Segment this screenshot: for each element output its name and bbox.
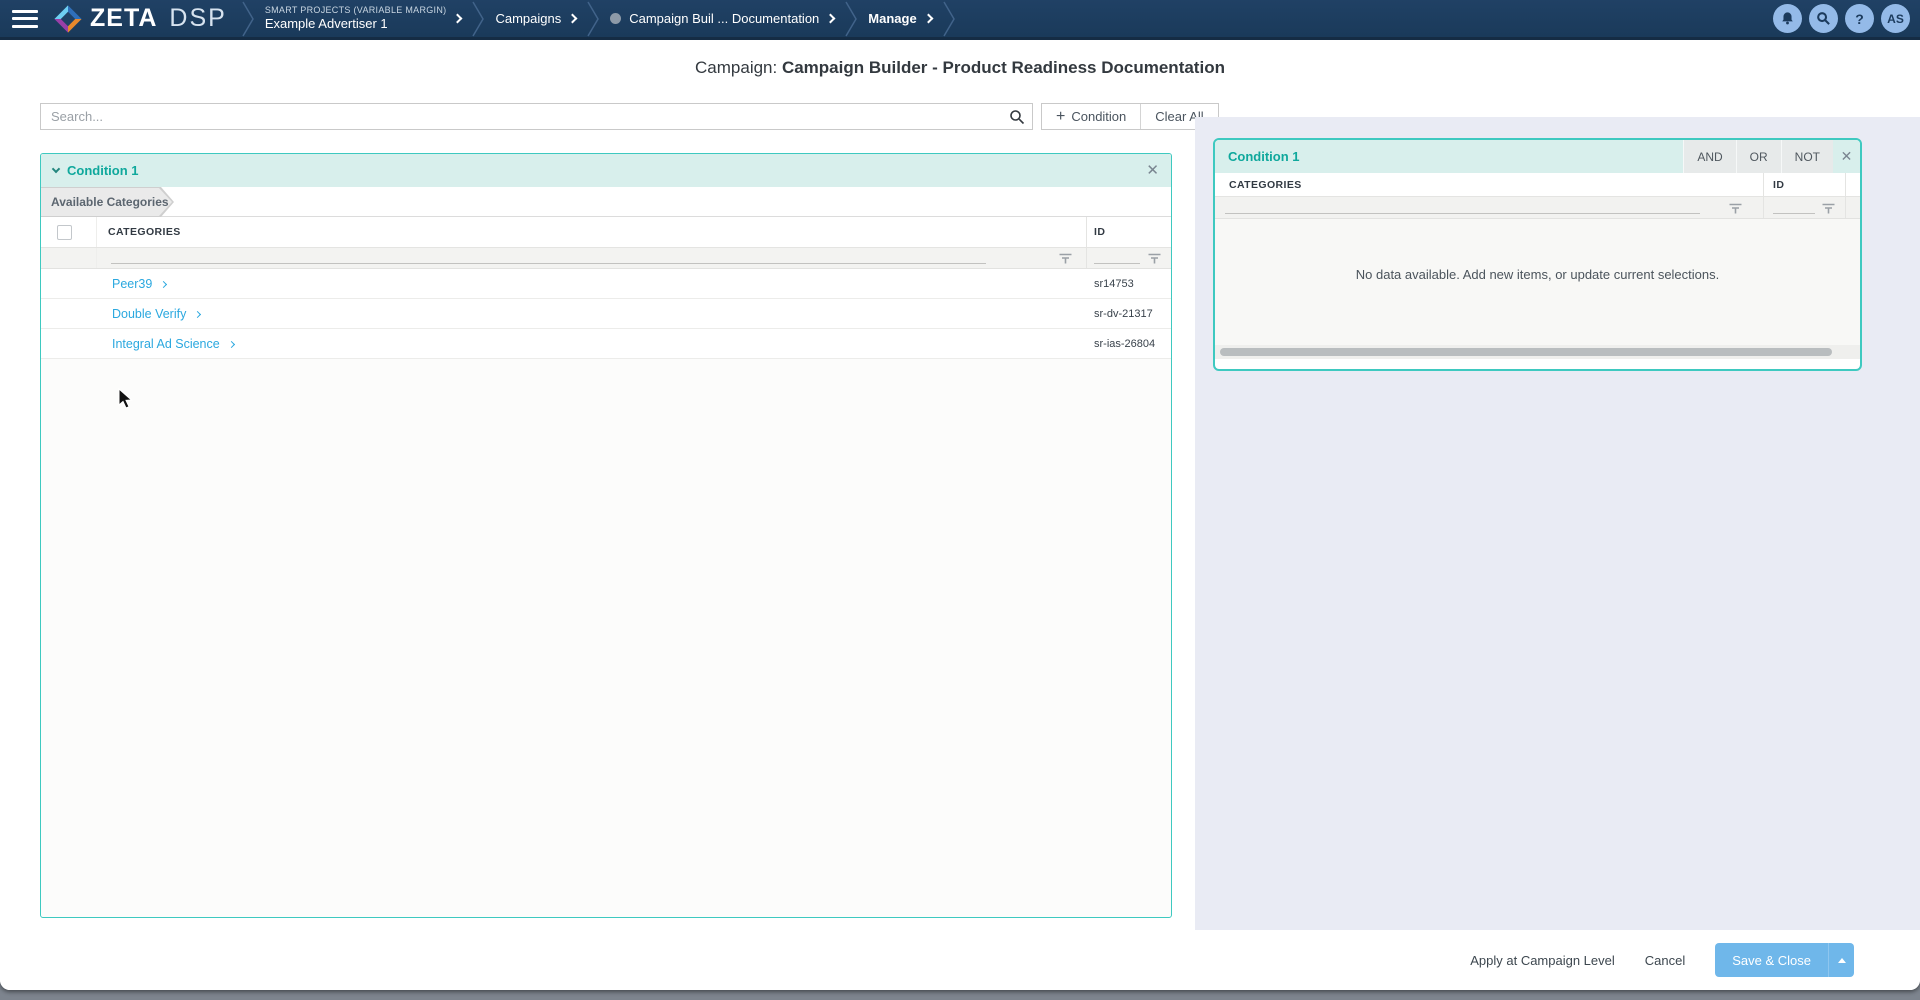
table-row[interactable]: Peer39 sr14753 xyxy=(41,269,1171,299)
category-id: sr-dv-21317 xyxy=(1094,308,1153,320)
save-close-split-button: Save & Close xyxy=(1715,943,1854,977)
tab-strip: Available Categories xyxy=(41,187,1171,217)
category-id: sr-ias-26804 xyxy=(1094,338,1155,350)
filter-icon[interactable] xyxy=(1821,202,1836,215)
operator-and-button[interactable]: AND xyxy=(1683,140,1735,173)
category-link[interactable]: Integral Ad Science xyxy=(112,337,234,351)
tab-available-categories[interactable]: Available Categories xyxy=(41,187,174,217)
chevron-right-icon xyxy=(568,14,578,24)
chevron-right-icon xyxy=(228,340,235,347)
column-header-id[interactable]: ID xyxy=(1094,226,1105,238)
condition-title: Condition 1 xyxy=(67,163,139,178)
breadcrumb-separator xyxy=(241,0,255,39)
breadcrumb-separator xyxy=(844,0,858,39)
condition-header: Condition 1 AND OR NOT ✕ xyxy=(1215,140,1860,173)
close-icon[interactable]: ✕ xyxy=(1146,163,1159,178)
search-box xyxy=(40,103,1033,130)
status-dot-icon xyxy=(610,13,621,24)
categories-filter-input[interactable] xyxy=(111,263,986,264)
filter-icon[interactable] xyxy=(1147,252,1162,265)
help-button[interactable]: ? xyxy=(1845,4,1874,33)
id-filter-input[interactable] xyxy=(1094,263,1140,264)
breadcrumb-separator xyxy=(586,0,600,39)
table-row[interactable]: Double Verify sr-dv-21317 xyxy=(41,299,1171,329)
footer-bar: Apply at Campaign Level Cancel Save & Cl… xyxy=(0,930,1920,990)
question-icon: ? xyxy=(1855,11,1864,27)
operator-or-button[interactable]: OR xyxy=(1736,140,1781,173)
search-icon xyxy=(1816,11,1831,26)
project-label: SMART PROJECTS (VARIABLE MARGIN) xyxy=(265,5,447,16)
scrollbar-thumb[interactable] xyxy=(1220,348,1832,356)
chevron-right-icon xyxy=(194,310,201,317)
avatar-initials: AS xyxy=(1887,12,1904,26)
filter-row xyxy=(41,248,1171,269)
empty-state: No data available. Add new items, or upd… xyxy=(1215,219,1860,345)
table-header-row: CATEGORIES ID xyxy=(1215,173,1860,197)
table-header-row: CATEGORIES ID xyxy=(41,217,1171,248)
table-row[interactable]: Integral Ad Science sr-ias-26804 xyxy=(41,329,1171,359)
filter-icon[interactable] xyxy=(1728,202,1743,215)
top-navbar: ZETA DSP SMART PROJECTS (VARIABLE MARGIN… xyxy=(0,0,1920,40)
chevron-right-icon xyxy=(923,14,933,24)
advertiser-label: Example Advertiser 1 xyxy=(265,16,447,32)
breadcrumb-separator xyxy=(471,0,485,39)
close-icon[interactable]: ✕ xyxy=(1833,140,1860,173)
category-id: sr14753 xyxy=(1094,278,1134,290)
cancel-button[interactable]: Cancel xyxy=(1645,953,1685,968)
page-title: Campaign: Campaign Builder - Product Rea… xyxy=(0,58,1920,78)
category-link[interactable]: Peer39 xyxy=(112,277,166,291)
chevron-right-icon xyxy=(826,14,836,24)
user-avatar[interactable]: AS xyxy=(1881,4,1910,33)
brand-zeta: ZETA xyxy=(90,4,157,33)
bell-icon xyxy=(1780,11,1795,26)
chevron-down-icon[interactable] xyxy=(52,165,60,173)
category-link[interactable]: Double Verify xyxy=(112,307,200,321)
chevron-right-icon xyxy=(453,14,463,24)
notifications-button[interactable] xyxy=(1773,4,1802,33)
horizontal-scrollbar[interactable] xyxy=(1215,345,1860,359)
plus-icon: + xyxy=(1056,109,1065,125)
save-options-dropdown-button[interactable] xyxy=(1828,943,1854,977)
condition-header: Condition 1 ✕ xyxy=(41,154,1171,187)
empty-message: No data available. Add new items, or upd… xyxy=(1356,267,1720,345)
condition-title: Condition 1 xyxy=(1215,149,1300,164)
breadcrumb-campaigns[interactable]: Campaigns xyxy=(485,11,586,26)
toolbar-buttons: + Condition Clear All xyxy=(1041,103,1219,130)
filter-icon[interactable] xyxy=(1058,252,1073,265)
zeta-dsp-logo[interactable]: ZETA DSP xyxy=(52,3,227,35)
operator-not-button[interactable]: NOT xyxy=(1781,140,1833,173)
caret-up-icon xyxy=(1838,958,1846,963)
search-input[interactable] xyxy=(41,104,1032,129)
add-condition-button[interactable]: + Condition xyxy=(1042,104,1140,129)
toolbar: + Condition Clear All xyxy=(40,103,1219,130)
hamburger-menu-icon[interactable] xyxy=(12,10,38,28)
global-search-button[interactable] xyxy=(1809,4,1838,33)
search-icon[interactable] xyxy=(1009,109,1025,125)
zeta-diamond-icon xyxy=(52,3,84,35)
save-close-button[interactable]: Save & Close xyxy=(1715,943,1828,977)
apply-campaign-level-button[interactable]: Apply at Campaign Level xyxy=(1470,953,1615,968)
breadcrumb-campaign[interactable]: Campaign Buil ... Documentation xyxy=(600,11,844,26)
column-header-categories[interactable]: CATEGORIES xyxy=(1229,179,1302,191)
id-filter-input[interactable] xyxy=(1773,213,1815,214)
operator-group: AND OR NOT xyxy=(1683,140,1833,173)
categories-filter-input[interactable] xyxy=(1225,213,1700,214)
brand-dsp: DSP xyxy=(169,4,226,33)
filter-row xyxy=(1215,197,1860,219)
select-all-checkbox[interactable] xyxy=(57,225,72,240)
breadcrumb-manage[interactable]: Manage xyxy=(858,11,941,26)
column-header-id[interactable]: ID xyxy=(1773,179,1784,191)
breadcrumb-separator xyxy=(942,0,956,39)
breadcrumb-advertiser[interactable]: SMART PROJECTS (VARIABLE MARGIN) Example… xyxy=(255,5,472,33)
main-content: Campaign: Campaign Builder - Product Rea… xyxy=(0,40,1920,990)
column-header-categories[interactable]: CATEGORIES xyxy=(108,226,181,238)
condition-panel-left: Condition 1 ✕ Available Categories CATEG… xyxy=(40,153,1172,918)
condition-panel-right: Condition 1 AND OR NOT ✕ CATEGORIES ID xyxy=(1213,138,1862,371)
chevron-right-icon xyxy=(160,280,167,287)
